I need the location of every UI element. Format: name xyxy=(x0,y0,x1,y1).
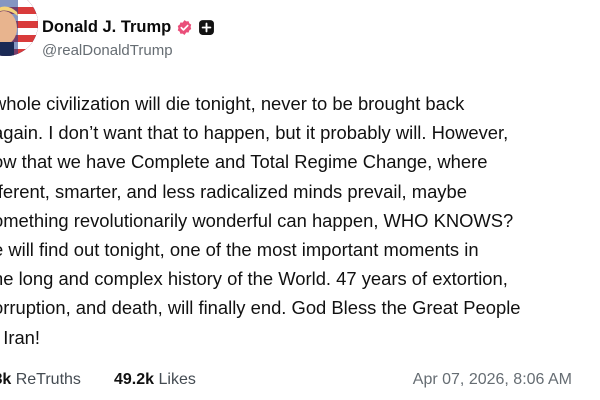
avatar[interactable] xyxy=(0,0,38,56)
post-body: whole civilization will die tonight, nev… xyxy=(0,89,593,352)
post-text-line: f Iran! xyxy=(0,326,41,348)
post-text-line: omething revolutionarily wonderful can h… xyxy=(0,209,514,231)
post-text-line: ow that we have Complete and Total Regim… xyxy=(0,151,488,173)
post-footer: .8k ReTruths 49.2k Likes Apr 07, 2026, 8… xyxy=(0,367,589,393)
avatar-image xyxy=(0,0,38,56)
verified-badge-icon xyxy=(176,19,193,36)
post-header: Donald J. Trump @realDonaldTrump xyxy=(42,16,282,61)
likes-count: 49.2k xyxy=(114,371,155,388)
post-text-line: he long and complex history of the World… xyxy=(0,268,508,290)
author-display-name[interactable]: Donald J. Trump xyxy=(42,16,171,38)
retruths-stat[interactable]: .8k ReTruths xyxy=(0,367,81,393)
retruths-label: ReTruths xyxy=(15,371,81,388)
truth-social-post: Donald J. Trump @realDonaldTrump whole c… xyxy=(0,0,600,400)
post-text-line: fferent, smarter, and less radicalized m… xyxy=(0,180,467,202)
post-timestamp[interactable]: Apr 07, 2026, 8:06 AM xyxy=(413,367,572,393)
author-handle[interactable]: @realDonaldTrump xyxy=(42,41,282,61)
post-text-line: e will find out tonight, one of the most… xyxy=(0,239,479,261)
plus-square-icon xyxy=(198,19,215,36)
retruths-count: .8k xyxy=(0,371,12,388)
likes-label: Likes xyxy=(158,371,196,388)
post-text-line: orruption, and death, will finally end. … xyxy=(0,297,521,319)
author-name-row: Donald J. Trump xyxy=(42,16,282,38)
post-text-line: whole civilization will die tonight, nev… xyxy=(0,93,465,114)
likes-stat[interactable]: 49.2k Likes xyxy=(114,367,196,393)
post-text-line: again. I don’t want that to happen, but … xyxy=(0,122,509,144)
